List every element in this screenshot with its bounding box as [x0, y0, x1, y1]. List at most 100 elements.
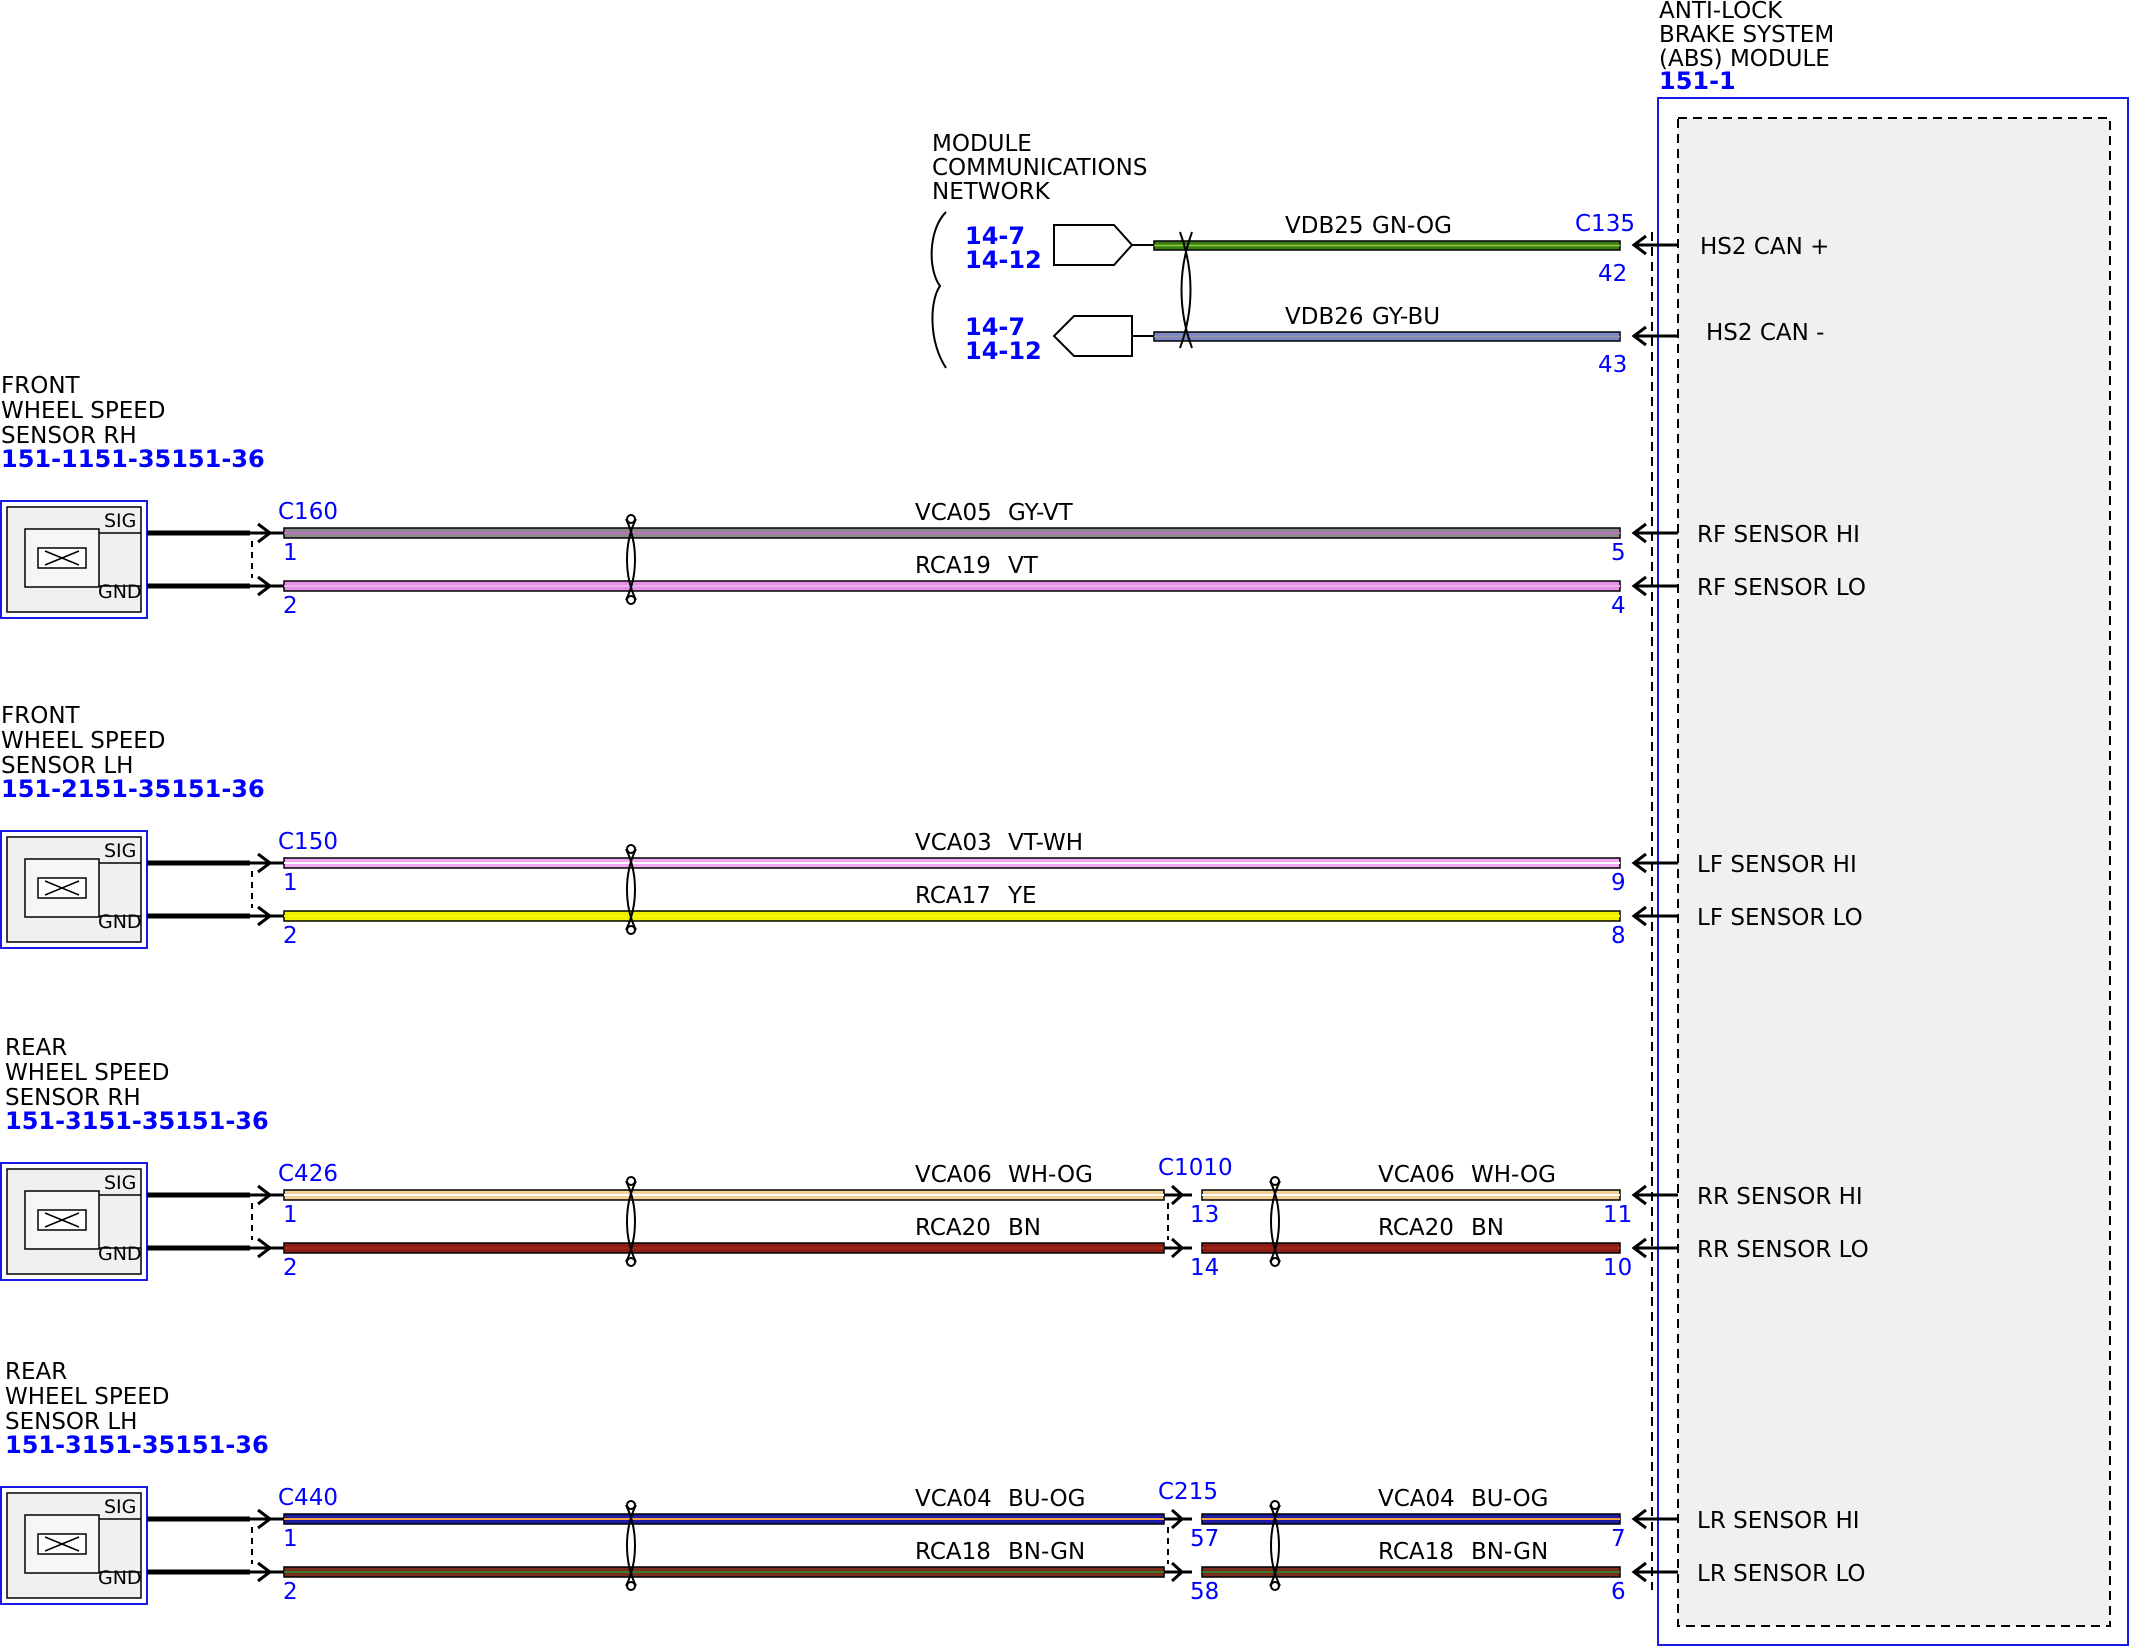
- wire-circuit-label: RCA17: [915, 883, 991, 909]
- sensor-refs[interactable]: 151-3151-35151-36: [5, 1431, 269, 1459]
- sensor-connector-arrow-icon: [250, 1508, 284, 1530]
- twist-end-icon: [1270, 1500, 1280, 1510]
- sensor-connector-arrow-icon: [250, 522, 284, 544]
- twist-end-icon: [626, 844, 636, 854]
- module-pin-name: RF SENSOR HI: [1697, 522, 1860, 548]
- sensor-pin-number: 1: [283, 540, 298, 566]
- wire-color-label: VT: [1008, 553, 1039, 579]
- network-title-3: NETWORK: [932, 179, 1051, 205]
- twist-end-icon: [626, 1176, 636, 1186]
- twist-end-icon: [626, 1581, 636, 1591]
- sensor-connector-arrow-icon: [250, 575, 284, 597]
- module-pin-name: LF SENSOR LO: [1697, 905, 1863, 931]
- sensor-group-1: FRONTWHEEL SPEEDSENSOR RH151-1151-35151-…: [0, 373, 1866, 619]
- inline-connector-arrow-icon: [1164, 1561, 1192, 1583]
- inline-pin-number: 58: [1190, 1579, 1219, 1605]
- module-pin-name: LR SENSOR HI: [1697, 1508, 1860, 1534]
- wire-vdb25-circuit: VDB25: [1285, 213, 1364, 239]
- sensor-title-line: WHEEL SPEED: [1, 728, 165, 754]
- pin-name-hs2-can-minus: HS2 CAN -: [1706, 320, 1824, 346]
- network-ref-a2[interactable]: 14-12: [965, 246, 1042, 274]
- inline-connector-arrow-icon: [1164, 1237, 1192, 1259]
- sensor-connector-label[interactable]: C440: [278, 1485, 338, 1511]
- wire-vdb26-color: GY-BU: [1372, 304, 1440, 330]
- inline-pin-number: 13: [1190, 1202, 1219, 1228]
- sensor-connector-arrow-icon: [250, 905, 284, 927]
- sensor-group-3: REARWHEEL SPEEDSENSOR RH151-3151-35151-3…: [0, 1035, 1869, 1281]
- twist-end-icon: [1270, 1176, 1280, 1186]
- network-title-1: MODULE: [932, 131, 1032, 157]
- abs-module-ref[interactable]: 151-1: [1659, 67, 1736, 95]
- sensor-connector-label[interactable]: C150: [278, 829, 338, 855]
- sensor-group-2: FRONTWHEEL SPEEDSENSOR LH151-2151-35151-…: [0, 703, 1863, 949]
- network-block: MODULE COMMUNICATIONS NETWORK 14-7 14-12…: [930, 131, 1154, 369]
- sensor-pin-number: 2: [283, 1579, 298, 1605]
- wiring-diagram: ANTI-LOCK BRAKE SYSTEM (ABS) MODULE 151-…: [0, 0, 2129, 1646]
- sensor-gnd-label: GND: [98, 581, 142, 603]
- sensor-connector-label[interactable]: C426: [278, 1161, 338, 1187]
- sensor-refs[interactable]: 151-1151-35151-36: [1, 445, 265, 473]
- wire-vdb26-circuit: VDB26: [1285, 304, 1364, 330]
- module-pin-name: RR SENSOR HI: [1697, 1184, 1863, 1210]
- network-title-2: COMMUNICATIONS: [932, 155, 1147, 181]
- inline-connector-label[interactable]: C215: [1158, 1479, 1218, 1505]
- sensor-connector-label[interactable]: C160: [278, 499, 338, 525]
- wire-circuit-label: RCA20: [1378, 1215, 1454, 1241]
- wire-circuit-label: VCA04: [915, 1486, 992, 1512]
- sensor-connector-arrow-icon: [250, 852, 284, 874]
- sensor-gnd-label: GND: [98, 911, 142, 933]
- sensor-gnd-label: GND: [98, 1243, 142, 1265]
- sensor-refs[interactable]: 151-3151-35151-36: [5, 1107, 269, 1135]
- inline-connector-arrow-icon: [1164, 1508, 1192, 1530]
- network-in-connector-icon: [1052, 315, 1133, 357]
- wire-circuit-label: RCA19: [915, 553, 991, 579]
- connector-c135[interactable]: C135: [1575, 211, 1635, 237]
- wire-circuit-label: VCA06: [915, 1162, 992, 1188]
- module-pin-number: 10: [1603, 1255, 1632, 1281]
- twist-end-icon: [626, 925, 636, 935]
- sensor-connector-arrow-icon: [250, 1184, 284, 1206]
- module-pin-name: LF SENSOR HI: [1697, 852, 1857, 878]
- module-pin-number: 7: [1611, 1526, 1626, 1552]
- sensor-title-line: FRONT: [1, 703, 81, 729]
- wire-color-label: WH-OG: [1471, 1162, 1556, 1188]
- module-pin-name: RR SENSOR LO: [1697, 1237, 1869, 1263]
- wire-circuit-label: VCA03: [915, 830, 992, 856]
- twist-end-icon: [626, 1257, 636, 1267]
- wire-color-label: BN: [1471, 1215, 1504, 1241]
- wire-color-label: BU-OG: [1471, 1486, 1548, 1512]
- sensor-sig-label: SIG: [104, 1496, 136, 1518]
- sensor-title-line: REAR: [5, 1035, 67, 1061]
- sensor-title-line: REAR: [5, 1359, 67, 1385]
- sensor-pin-number: 1: [283, 870, 298, 896]
- sensor-title-line: WHEEL SPEED: [1, 398, 165, 424]
- sensor-group-4: REARWHEEL SPEEDSENSOR LH151-3151-35151-3…: [0, 1359, 1866, 1605]
- module-pin-number: 11: [1603, 1202, 1632, 1228]
- wire-circuit-label: VCA05: [915, 500, 992, 526]
- wire-circuit-label: VCA06: [1378, 1162, 1455, 1188]
- sensor-pin-number: 2: [283, 593, 298, 619]
- wire-color-label: WH-OG: [1008, 1162, 1093, 1188]
- wire-vdb25-color: GN-OG: [1372, 213, 1452, 239]
- sensor-refs[interactable]: 151-2151-35151-36: [1, 775, 265, 803]
- sensor-pin-number: 1: [283, 1526, 298, 1552]
- wire-color-label: BN: [1008, 1215, 1041, 1241]
- module-pin-name: LR SENSOR LO: [1697, 1561, 1866, 1587]
- wire-circuit-label: RCA18: [1378, 1539, 1454, 1565]
- sensor-sig-label: SIG: [104, 840, 136, 862]
- pin-name-hs2-can-plus: HS2 CAN +: [1700, 234, 1829, 260]
- wire-circuit-label: VCA04: [1378, 1486, 1455, 1512]
- wire-color-label: BN-GN: [1471, 1539, 1548, 1565]
- twist-end-icon: [626, 514, 636, 524]
- network-ref-b2[interactable]: 14-12: [965, 337, 1042, 365]
- pin-43: 43: [1598, 352, 1627, 378]
- sensor-connector-arrow-icon: [250, 1237, 284, 1259]
- sensor-connector-arrow-icon: [250, 1561, 284, 1583]
- inline-pin-number: 57: [1190, 1526, 1219, 1552]
- sensor-pin-number: 1: [283, 1202, 298, 1228]
- inline-connector-label[interactable]: C1010: [1158, 1155, 1233, 1181]
- twist-end-icon: [1270, 1581, 1280, 1591]
- module-pin-number: 6: [1611, 1579, 1626, 1605]
- sensor-title-line: WHEEL SPEED: [5, 1060, 169, 1086]
- inline-pin-number: 14: [1190, 1255, 1219, 1281]
